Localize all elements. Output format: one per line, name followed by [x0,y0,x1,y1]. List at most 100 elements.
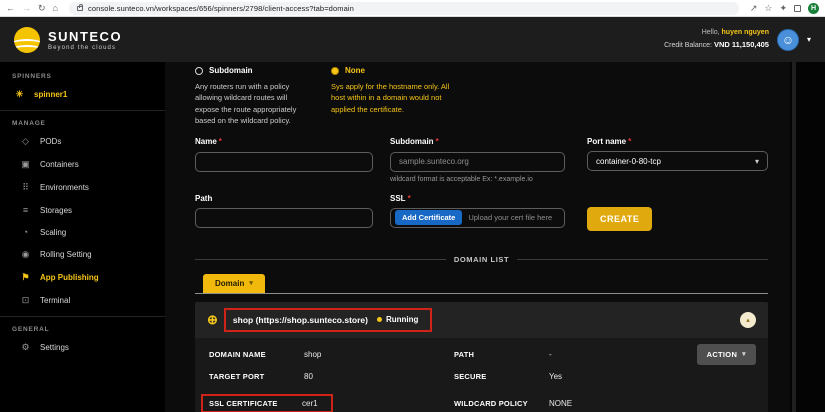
sidebar-divider [0,110,165,111]
detail-label: DOMAIN NAME [209,350,304,359]
tab-domain[interactable]: Domain ▾ [203,274,265,293]
account-menu-caret-icon[interactable]: ▾ [807,35,811,44]
detail-label: WILDCARD POLICY [454,399,549,408]
gear-icon: ⚙ [20,342,31,353]
required-asterisk: * [408,194,411,203]
credit-label: Credit Balance: [664,42,714,49]
detail-wildcard-policy: WILDCARD POLICY NONE [454,399,572,408]
detail-value: 80 [304,372,313,381]
detail-value: NONE [549,399,572,408]
environments-icon: ⠿ [20,182,31,193]
forward-icon[interactable]: → [22,4,31,13]
window-icon[interactable] [794,5,801,12]
create-button[interactable]: CREATE [587,207,652,231]
sidebar-item-label: Environments [40,183,89,192]
sidebar-item-label: App Publishing [40,273,99,282]
radio-none[interactable]: None [331,66,459,75]
detail-label: PATH [454,350,549,359]
ssl-label: SSL* [390,194,565,203]
action-button[interactable]: ACTION ▾ [697,344,756,365]
subdomain-label: Subdomain* [390,137,565,146]
main-content: Subdomain Any routers run with a policy … [165,62,790,412]
sidebar-item-terminal[interactable]: ⊡ Terminal [0,289,165,312]
sidebar-section-manage: MANAGE [0,115,165,130]
domain-card-header[interactable]: ⊕ shop (https://shop.sunteco.store) Runn… [195,302,768,338]
sunteco-logo-icon [14,27,40,53]
sunteco-logo[interactable]: SUNTECO Beyond the clouds [14,27,122,53]
subdomain-input[interactable] [390,152,565,172]
ssl-upload-field[interactable]: Add Certificate Upload your cert file he… [390,208,565,228]
extensions-pin-icon[interactable]: ✦ [779,4,787,13]
browser-actions: ↗ ☆ ✦ H [750,3,819,14]
domain-title: shop (https://shop.sunteco.store) [233,315,368,325]
detail-row: SSL CERTIFICATE cer1 WILDCARD POLICY NON… [209,394,754,412]
radio-subdomain-label: Subdomain [209,66,253,75]
sidebar-item-settings[interactable]: ⚙ Settings [0,336,165,359]
sidebar-item-label: Rolling Setting [40,250,92,259]
subdomain-helper-text: wildcard format is acceptable Ex: *.exam… [390,176,565,183]
url-text: console.sunteco.vn/workspaces/656/spinne… [88,4,354,13]
radio-none-circle-icon[interactable] [331,67,339,75]
scrollbar[interactable] [792,62,796,412]
reload-icon[interactable]: ↻ [38,4,46,13]
path-label: Path [195,194,373,203]
detail-target-port: TARGET PORT 80 [209,372,454,381]
detail-path: PATH - [454,350,552,359]
sidebar-item-environments[interactable]: ⠿ Environments [0,176,165,199]
greeting-prefix: Hello, [702,29,722,36]
chevron-down-icon: ▾ [755,157,759,166]
port-name-select[interactable]: container-0-80-tcp ▾ [587,151,768,171]
name-input[interactable] [195,152,373,172]
globe-icon: ⊕ [207,312,218,328]
home-icon[interactable]: ⌂ [53,4,58,13]
sidebar-item-app-publishing[interactable]: ⚑ App Publishing [0,266,165,289]
radio-none-description: Sys apply for the hostname only. All hos… [331,81,459,115]
share-icon[interactable]: ↗ [750,4,758,13]
radio-subdomain[interactable]: Subdomain [195,66,313,75]
detail-value: cer1 [302,399,318,408]
app-header: SUNTECO Beyond the clouds Hello, huyen n… [0,17,825,62]
sidebar-divider [0,316,165,317]
domain-card: ⊕ shop (https://shop.sunteco.store) Runn… [195,302,768,412]
radio-subdomain-description: Any routers run with a policy allowing w… [195,81,313,126]
name-label: Name* [195,137,373,146]
detail-label: SSL CERTIFICATE [209,399,302,408]
sidebar-item-storages[interactable]: ≡ Storages [0,199,165,221]
user-greeting: Hello, huyen nguyen Credit Balance: VND … [664,28,769,51]
detail-value: Yes [549,372,562,381]
tab-domain-label: Domain [215,279,244,288]
address-bar[interactable]: console.sunteco.vn/workspaces/656/spinne… [69,2,739,15]
port-name-label: Port name* [587,137,768,146]
collapse-button[interactable]: ▴ [740,312,756,328]
sidebar-item-label: Terminal [40,296,70,305]
domain-list-divider: DOMAIN LIST [195,255,768,264]
detail-value: - [549,350,552,359]
sidebar-item-label: Containers [40,160,79,169]
chevron-down-icon: ▾ [249,279,253,287]
sidebar-item-spinner1[interactable]: ✳ spinner1 [0,83,165,106]
browser-profile-avatar[interactable]: H [808,3,819,14]
back-icon[interactable]: ← [6,4,15,13]
detail-secure: SECURE Yes [454,372,562,381]
annotation-box-ssl: SSL CERTIFICATE cer1 [201,394,333,412]
radio-subdomain-circle-icon[interactable] [195,67,203,75]
app-publishing-icon: ⚑ [20,272,31,283]
sidebar-item-rolling-setting[interactable]: ◉ Rolling Setting [0,243,165,266]
domain-list-title: DOMAIN LIST [454,255,509,264]
detail-value: shop [304,350,321,359]
sidebar-item-scaling[interactable]: ◔ Scaling [0,221,165,243]
sidebar-item-containers[interactable]: ▣ Containers [0,153,165,176]
detail-label: SECURE [454,372,549,381]
add-certificate-button[interactable]: Add Certificate [395,210,462,225]
path-input[interactable] [195,208,373,228]
detail-label: TARGET PORT [209,372,304,381]
brand-name: SUNTECO [48,29,122,44]
terminal-icon: ⊡ [20,295,31,306]
avatar-face-icon: ☺ [782,33,794,47]
sidebar-item-pods[interactable]: ◇ PODs [0,130,165,153]
chevron-down-icon: ▾ [742,350,746,358]
bookmark-star-icon[interactable]: ☆ [764,4,772,13]
storages-icon: ≡ [20,205,31,215]
avatar[interactable]: ☺ [777,29,799,51]
rolling-setting-icon: ◉ [20,249,31,260]
